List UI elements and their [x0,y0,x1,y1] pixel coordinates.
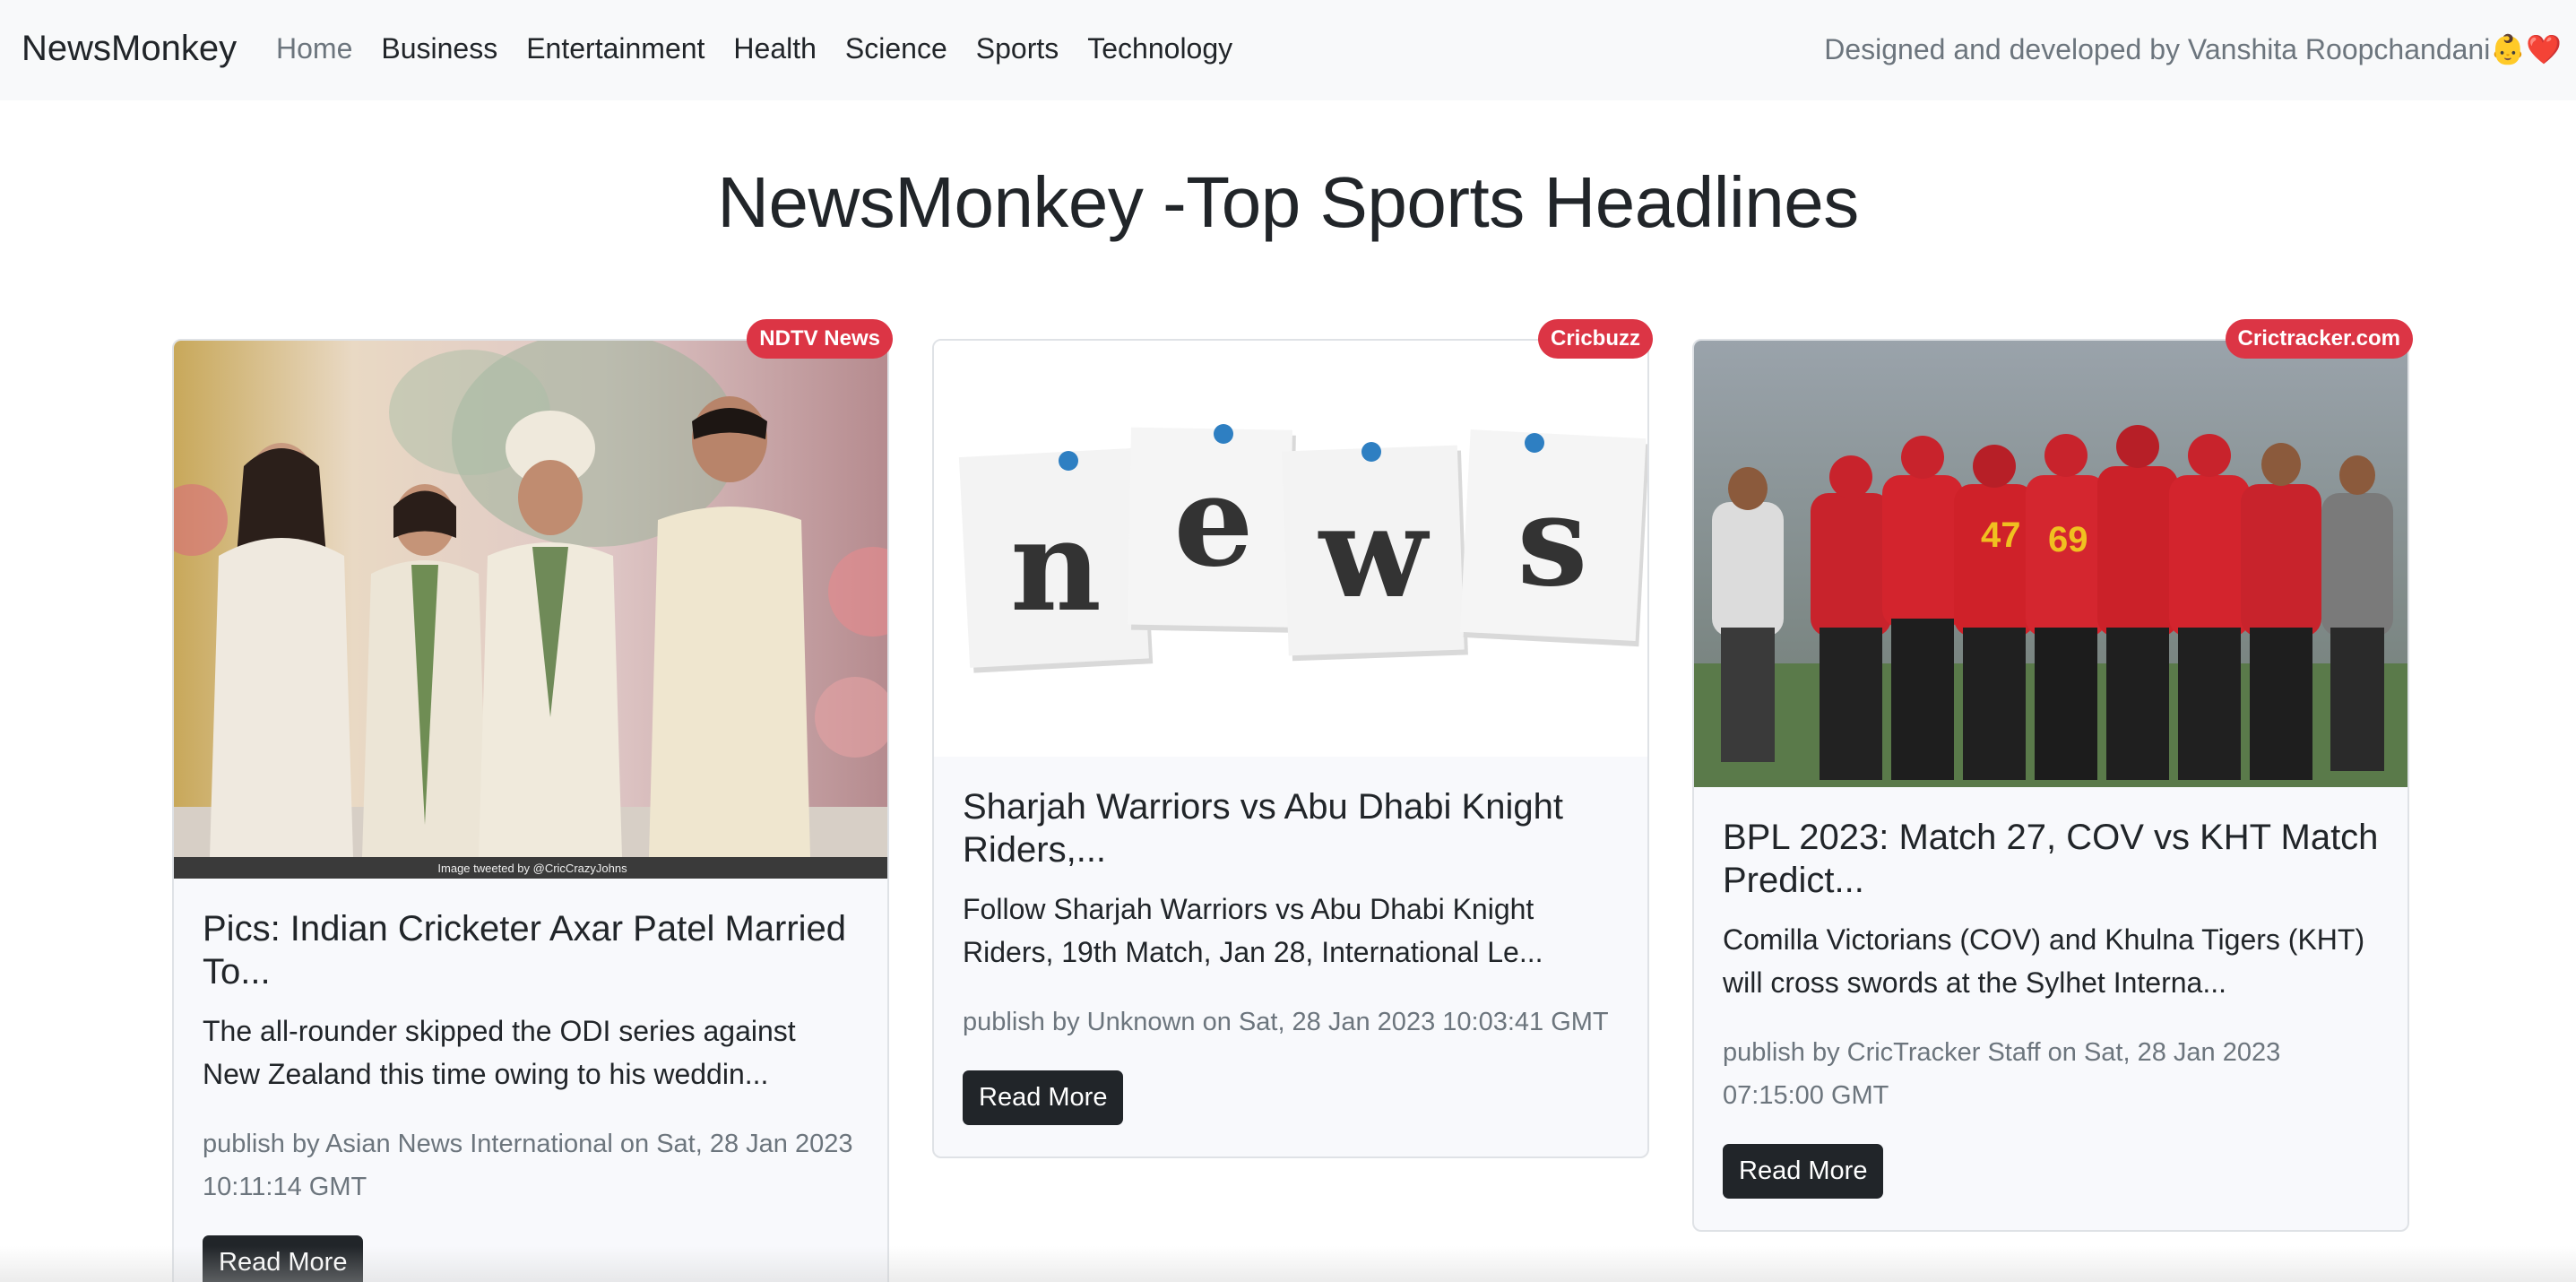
news-image: n e w s [934,341,1647,757]
card-meta: publish by CricTracker Staff on Sat, 28 … [1723,1038,2281,1110]
card-description: Follow Sharjah Warriors vs Abu Dhabi Kni… [963,893,1543,968]
nav-link-science[interactable]: Science [845,32,947,65]
nav-link-business[interactable]: Business [381,32,497,65]
source-badge: Cricbuzz [1537,319,1653,359]
card-body: Pics: Indian Cricketer Axar Patel Marrie… [174,879,887,1282]
source-badge: Crictracker.com [2225,319,2413,359]
svg-text:69: 69 [2048,520,2088,559]
news-card: Cricbuzz n e w s Sharjah Warriors vs Abu… [932,319,1653,1161]
svg-text:47: 47 [1981,515,2021,555]
card-body: BPL 2023: Match 27, COV vs KHT Match Pre… [1694,787,2407,1234]
card-title: BPL 2023: Match 27, COV vs KHT Match Pre… [1723,818,2379,900]
credit-text: Designed and developed by Vanshita Roopc… [1824,33,2562,65]
nav-link-home[interactable]: Home [276,32,352,65]
wedding-photo: Image tweeted by @CricCrazyJohns [174,341,887,879]
nav-link-technology[interactable]: Technology [1087,32,1232,65]
news-image: Image tweeted by @CricCrazyJohns [174,341,887,879]
navbar: NewsMonkey Home Business Entertainment H… [0,0,2576,100]
note-letter: s [1517,468,1588,615]
image-caption: Image tweeted by @CricCrazyJohns [437,862,627,875]
card-meta: publish by Unknown on Sat, 28 Jan 2023 1… [963,1008,1609,1036]
card-title: Pics: Indian Cricketer Axar Patel Marrie… [203,909,847,992]
note-letter: n [1010,493,1102,640]
card-body: Sharjah Warriors vs Abu Dhabi Knight Rid… [934,757,1647,1161]
card-title: Sharjah Warriors vs Abu Dhabi Knight Rid… [963,787,1563,870]
nav-link-health[interactable]: Health [733,32,817,65]
read-more-button[interactable]: Read More [963,1070,1124,1125]
cricket-team-photo: 47 69 [1694,341,2407,787]
news-image: 47 69 [1694,341,2407,787]
nav-links: Home Business Entertainment Health Scien… [276,32,1232,65]
nav-link-entertainment[interactable]: Entertainment [526,32,705,65]
note-letter: w [1318,480,1431,627]
card-description: Comilla Victorians (COV) and Khulna Tige… [1723,923,2365,999]
card-description: The all-rounder skipped the ODI series a… [203,1015,796,1090]
read-more-button[interactable]: Read More [203,1235,364,1282]
news-card: NDTV News Image tweeted by @CricCrazyJoh… [172,319,893,1282]
news-card: Crictracker.com 47 69 BPL 2023: Match 27… [1692,319,2413,1234]
source-badge: NDTV News [747,319,893,359]
page-title: NewsMonkey -Top Sports Headlines [717,162,1859,242]
note-letter: e [1173,448,1253,595]
news-notes-image: n e w s [934,341,1647,757]
brand-link[interactable]: NewsMonkey [22,29,237,69]
read-more-button[interactable]: Read More [1723,1144,1884,1199]
nav-link-sports[interactable]: Sports [976,32,1059,65]
card-meta: publish by Asian News International on S… [203,1130,853,1201]
